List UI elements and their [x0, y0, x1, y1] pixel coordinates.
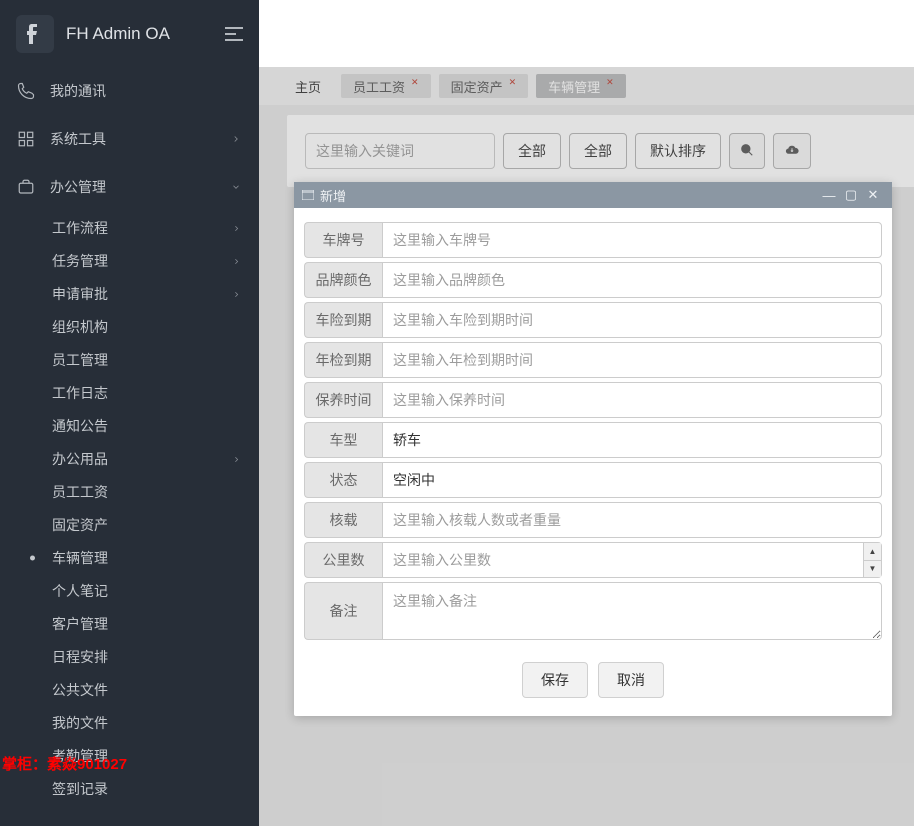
label-inspect: 年检到期 [304, 342, 382, 378]
input-inspect[interactable] [382, 342, 882, 378]
label-maint: 保养时间 [304, 382, 382, 418]
save-button[interactable]: 保存 [522, 662, 588, 698]
subnav-item-myfiles[interactable]: 我的文件 [52, 706, 259, 739]
dialog-footer: 保存 取消 [294, 652, 892, 716]
subnav-item-signin[interactable]: 签到记录 [52, 772, 259, 805]
subnav-item-notes[interactable]: 个人笔记 [52, 574, 259, 607]
nav: 我的通讯 系统工具 办公管理 工作流程 任务管理 申请审批 组织机构 员工管理 … [0, 67, 259, 826]
subnav-item-publicfiles[interactable]: 公共文件 [52, 673, 259, 706]
grid-icon [16, 129, 36, 149]
sidebar-item-label: 办公管理 [50, 177, 106, 197]
maximize-button[interactable]: ▢ [840, 187, 862, 203]
input-brandcolor[interactable] [382, 262, 882, 298]
label-type: 车型 [304, 422, 382, 458]
subnav-item-customers[interactable]: 客户管理 [52, 607, 259, 640]
subnav-item-schedule[interactable]: 日程安排 [52, 640, 259, 673]
chevron-right-icon [232, 220, 241, 236]
app-logo [16, 15, 54, 53]
sidebar-item-label: 我的通讯 [50, 81, 106, 101]
subnav-item-attendance[interactable]: 考勤管理 [52, 739, 259, 772]
subnav-item-assets[interactable]: 固定资产 [52, 508, 259, 541]
app-title: FH Admin OA [66, 24, 225, 44]
close-button[interactable]: ✕ [862, 187, 884, 203]
chevron-right-icon [232, 253, 241, 269]
spinner-up-icon[interactable]: ▲ [864, 543, 881, 561]
main-header [259, 0, 914, 67]
sidebar-item-office[interactable]: 办公管理 [0, 163, 259, 211]
subnav-item-tasks[interactable]: 任务管理 [52, 244, 259, 277]
minimize-button[interactable]: — [818, 188, 840, 203]
select-type[interactable] [382, 422, 882, 458]
input-insurance[interactable] [382, 302, 882, 338]
chevron-right-icon [232, 451, 241, 467]
label-remark: 备注 [304, 582, 382, 640]
input-maint[interactable] [382, 382, 882, 418]
subnav-office: 工作流程 任务管理 申请审批 组织机构 员工管理 工作日志 通知公告 办公用品 … [0, 211, 259, 805]
label-insurance: 车险到期 [304, 302, 382, 338]
subnav-item-approval[interactable]: 申请审批 [52, 277, 259, 310]
chevron-right-icon [232, 286, 241, 302]
chevron-down-icon [231, 179, 241, 195]
sidebar-item-label: 系统工具 [50, 129, 106, 149]
label-brandcolor: 品牌颜色 [304, 262, 382, 298]
chevron-right-icon [231, 131, 241, 147]
dialog-title: 新增 [320, 186, 346, 205]
select-status[interactable] [382, 462, 882, 498]
cancel-button[interactable]: 取消 [598, 662, 664, 698]
number-spinner[interactable]: ▲▼ [863, 543, 881, 577]
label-capacity: 核载 [304, 502, 382, 538]
briefcase-icon [16, 177, 36, 197]
label-km: 公里数 [304, 542, 382, 578]
subnav-item-salary[interactable]: 员工工资 [52, 475, 259, 508]
sidebar-item-contacts[interactable]: 我的通讯 [0, 67, 259, 115]
sidebar: FH Admin OA 我的通讯 系统工具 办公管理 工作流程 任务管理 申请审… [0, 0, 259, 826]
subnav-item-workflow[interactable]: 工作流程 [52, 211, 259, 244]
label-plate: 车牌号 [304, 222, 382, 258]
phone-icon [16, 81, 36, 101]
dialog-add: 新增 — ▢ ✕ 车牌号 品牌颜色 车险到期 年检到期 保养时间 车型 状态 核… [294, 182, 892, 716]
dialog-titlebar[interactable]: 新增 — ▢ ✕ [294, 182, 892, 208]
input-km[interactable] [382, 542, 882, 578]
subnav-item-worklog[interactable]: 工作日志 [52, 376, 259, 409]
subnav-item-org[interactable]: 组织机构 [52, 310, 259, 343]
subnav-item-notice[interactable]: 通知公告 [52, 409, 259, 442]
dialog-body: 车牌号 品牌颜色 车险到期 年检到期 保养时间 车型 状态 核载 公里数 ▲▼ … [294, 208, 892, 652]
spinner-down-icon[interactable]: ▼ [864, 561, 881, 578]
input-capacity[interactable] [382, 502, 882, 538]
window-icon [302, 188, 316, 202]
input-plate[interactable] [382, 222, 882, 258]
sidebar-header: FH Admin OA [0, 0, 259, 67]
subnav-item-vehicle[interactable]: 车辆管理 [52, 541, 259, 574]
menu-toggle-icon[interactable] [225, 27, 243, 41]
textarea-remark[interactable] [382, 582, 882, 640]
subnav-item-staff[interactable]: 员工管理 [52, 343, 259, 376]
label-status: 状态 [304, 462, 382, 498]
sidebar-item-systools[interactable]: 系统工具 [0, 115, 259, 163]
subnav-item-supplies[interactable]: 办公用品 [52, 442, 259, 475]
